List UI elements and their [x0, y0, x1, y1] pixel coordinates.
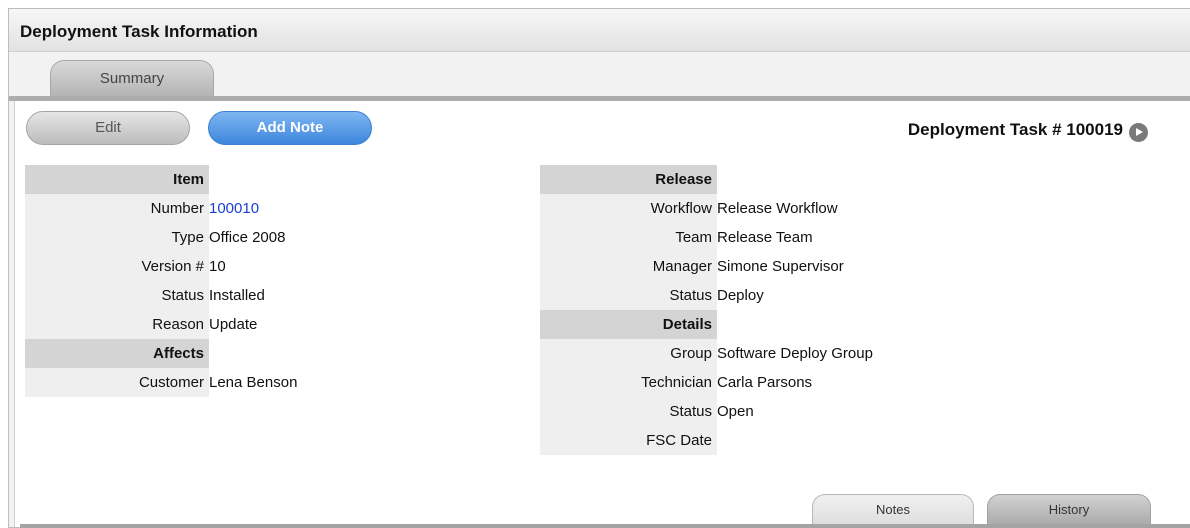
field-value-manager: Simone Supervisor [717, 258, 844, 275]
field-value-item-status: Installed [209, 287, 265, 304]
field-value-version: 10 [209, 258, 226, 275]
field-value-workflow: Release Workflow [717, 200, 838, 217]
item-number-link[interactable]: 100010 [209, 200, 259, 217]
add-note-button[interactable]: Add Note [208, 111, 372, 145]
section-row-release: Release [540, 165, 1017, 194]
field-label-release-status: Status [540, 281, 717, 310]
field-value-technician: Carla Parsons [717, 374, 813, 391]
edit-button[interactable]: Edit [26, 111, 190, 145]
field-label-item-status: Status [25, 281, 209, 310]
field-value-fsc-date [717, 426, 1017, 455]
field-label-technician: Technician [540, 368, 717, 397]
play-circle-icon[interactable] [1129, 123, 1148, 142]
field-row-team: Team Release Team [540, 223, 1017, 252]
field-row-workflow: Workflow Release Workflow [540, 194, 1017, 223]
section-header-item: Item [25, 165, 209, 194]
panel-title: Deployment Task Information [20, 22, 258, 41]
field-row-reason: Reason Update [25, 310, 459, 339]
field-value-reason: Update [209, 316, 258, 333]
field-label-number: Number [25, 194, 209, 223]
field-row-version: Version # 10 [25, 252, 459, 281]
field-row-item-status: Status Installed [25, 281, 459, 310]
field-label-reason: Reason [25, 310, 209, 339]
field-value-group: Software Deploy Group [717, 345, 873, 362]
section-header-details: Details [540, 310, 717, 339]
item-details-table: Item Number 100010 Type Office 2008 Vers… [25, 165, 459, 397]
field-row-details-status: Status Open [540, 397, 1017, 426]
tab-history[interactable]: History [987, 494, 1151, 524]
field-label-manager: Manager [540, 252, 717, 281]
tab-summary[interactable]: Summary [50, 60, 214, 96]
section-row-item: Item [25, 165, 459, 194]
field-label-group: Group [540, 339, 717, 368]
field-value-customer: Lena Benson [209, 374, 298, 391]
panel-header: Deployment Task Information [9, 9, 1190, 52]
field-label-customer: Customer [25, 368, 209, 397]
field-value-team: Release Team [717, 229, 813, 246]
field-label-version: Version # [25, 252, 209, 281]
field-row-group: Group Software Deploy Group [540, 339, 1017, 368]
release-details-table: Release Workflow Release Workflow Team R… [540, 165, 1017, 455]
tab-notes[interactable]: Notes [812, 494, 974, 524]
summary-content: Edit Add Note Deployment Task # 100019 I… [14, 101, 1190, 528]
field-label-type: Type [25, 223, 209, 252]
field-label-details-status: Status [540, 397, 717, 426]
task-number-heading: Deployment Task # 100019 [907, 120, 1123, 139]
field-value-release-status: Deploy [717, 287, 764, 304]
field-value-details-status: Open [717, 403, 754, 420]
field-row-manager: Manager Simone Supervisor [540, 252, 1017, 281]
field-row-technician: Technician Carla Parsons [540, 368, 1017, 397]
field-label-team: Team [540, 223, 717, 252]
field-value-type: Office 2008 [209, 229, 286, 246]
field-row-number: Number 100010 [25, 194, 459, 223]
field-label-workflow: Workflow [540, 194, 717, 223]
deployment-task-panel: Deployment Task Information Summary Edit… [8, 8, 1190, 528]
bottom-tab-strip [20, 524, 1190, 528]
field-row-type: Type Office 2008 [25, 223, 459, 252]
section-header-affects: Affects [25, 339, 209, 368]
field-label-fsc-date: FSC Date [540, 426, 717, 455]
field-row-customer: Customer Lena Benson [25, 368, 459, 397]
section-header-release: Release [540, 165, 717, 194]
section-row-details: Details [540, 310, 1017, 339]
field-row-fsc-date: FSC Date [540, 426, 1017, 455]
field-row-release-status: Status Deploy [540, 281, 1017, 310]
section-row-affects: Affects [25, 339, 459, 368]
